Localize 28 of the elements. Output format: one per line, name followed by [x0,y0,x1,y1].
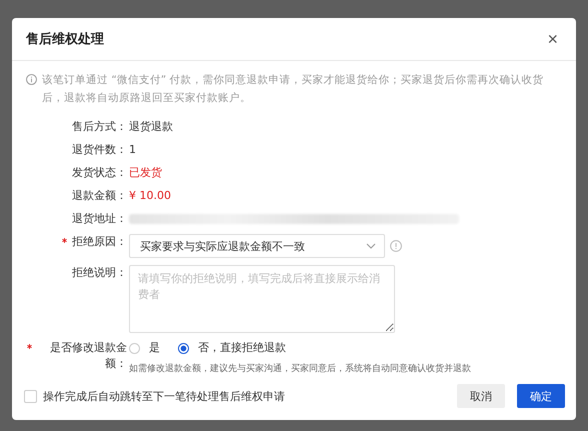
info-icon [26,74,37,85]
field-label: 拒绝说明： [72,265,127,281]
radio-option[interactable]: 是 [129,340,160,356]
reason-select[interactable]: 买家要求与实际应退款金额不一致 [129,234,385,258]
notice-text: 该笔订单通过 “微信支付” 付款，需你同意退款申请，买家才能退货给你；买家退货后你需再次确认收货后，退款将自动原路退回至买家付款账户。 [42,73,545,106]
field-label: 是否修改退款金额： [49,340,127,372]
field-label: 发货状态： [72,165,127,181]
radio-option[interactable]: 否，直接拒绝退款 [178,340,286,356]
radio-icon[interactable] [178,342,189,354]
checkbox-label: 操作完成后自动跳转至下一笔待处理售后维权申请 [43,388,285,404]
hint-text: 如需修改退款金额，建议先与买家沟通，买家同意后，系统将自动同意确认收货并退款 [129,362,472,376]
field-label: 拒绝原因： [72,234,127,250]
field-label: 退货件数： [72,142,127,158]
field-value: 已发货 [129,165,162,181]
field-value: 1 [129,142,136,158]
info-icon [390,240,402,252]
field-value: ¥ 10.00 [129,188,171,204]
explanation-field[interactable]: 请填写你的拒绝说明，填写完成后将直接展示给消费者 [129,265,395,333]
close-button[interactable]: × [543,30,562,48]
field-label: 售后方式： [72,119,127,135]
caret-icon [366,243,376,249]
field-label: 退款金额： [72,188,127,204]
checkbox[interactable] [24,390,37,402]
cancel-button[interactable]: 取消 [457,384,505,408]
field-value: 退货退款 [129,119,173,135]
dialog-title: 售后维权处理 [26,30,104,48]
confirm-button[interactable]: 确定 [517,384,565,408]
field-label: 退货地址： [72,211,127,227]
